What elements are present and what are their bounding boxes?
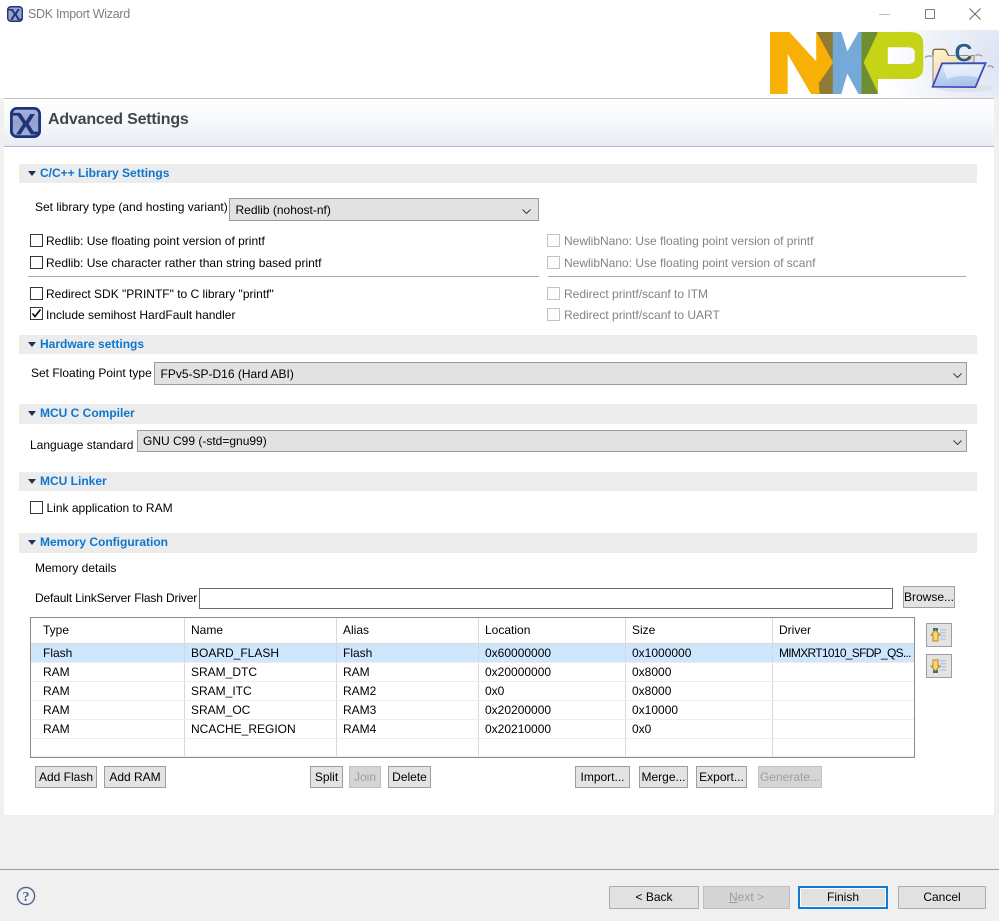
svg-text:X: X [16,108,36,138]
svg-text:?: ? [23,890,30,905]
svg-text:X: X [10,7,21,22]
